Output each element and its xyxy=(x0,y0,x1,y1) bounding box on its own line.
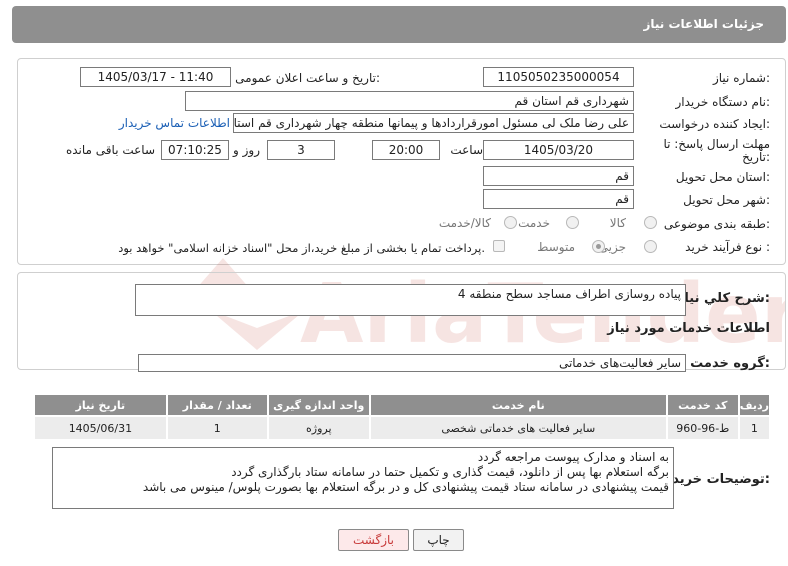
page-header: جزئیات اطلاعات نیاز xyxy=(12,6,786,43)
creator-label: ایجاد کننده درخواست: xyxy=(659,117,770,131)
days-label: روز و xyxy=(233,143,260,157)
print-button[interactable]: چاپ xyxy=(413,529,464,551)
buyer-notes-line-2: برگه استعلام بها پس از دانلود، قیمت گذار… xyxy=(231,465,669,479)
cell-service-name: سایر فعالیت های خدماتی شخصی xyxy=(368,415,668,441)
deadline-date-field[interactable]: 1405/03/20 xyxy=(483,140,634,160)
process-minor-radio[interactable] xyxy=(644,240,657,253)
deadline-time-label: ساعت xyxy=(450,143,483,157)
deadline-label: مهلت ارسال پاسخ: تا xyxy=(663,137,770,151)
service-group-label: گروه خدمت: xyxy=(690,356,770,371)
category-goods-service-radio[interactable] xyxy=(504,216,517,229)
deadline-date-label: تاریخ: xyxy=(742,150,770,164)
col-service-name: نام خدمت xyxy=(368,393,668,417)
cell-service-code: ط-96-960 xyxy=(665,415,740,441)
table-row: 1 ط-96-960 سایر فعالیت های خدماتی شخصی پ… xyxy=(33,415,772,441)
need-details-panel xyxy=(17,58,786,265)
treasury-payment-note: پرداخت تمام یا بخشی از مبلغ خرید،از محل … xyxy=(118,241,485,255)
province-label: استان محل تحویل: xyxy=(675,170,770,184)
back-button[interactable]: بازگشت xyxy=(338,529,409,551)
col-service-code: کد خدمت xyxy=(665,393,740,417)
city-label: شهر محل تحویل: xyxy=(683,193,770,207)
page-title: جزئیات اطلاعات نیاز xyxy=(643,17,764,31)
cell-unit: پروژه xyxy=(266,415,371,441)
announce-datetime-label: تاریخ و ساعت اعلان عمومی: xyxy=(235,71,380,85)
col-need-date: تاریخ نیاز xyxy=(33,393,168,417)
remaining-time-label: ساعت باقی مانده xyxy=(65,143,155,157)
buyer-notes-label: توضیحات خریدار: xyxy=(660,472,770,487)
summary-label: شرح کلي نياز: xyxy=(676,291,770,306)
city-field[interactable]: قم xyxy=(483,189,634,209)
category-goods-service-label: کالا/خدمت xyxy=(438,216,491,230)
announce-datetime-field[interactable]: 1405/03/17 - 11:40 xyxy=(80,67,231,87)
category-service-radio[interactable] xyxy=(566,216,579,229)
need-number-field[interactable]: 1105050235000054 xyxy=(483,67,634,87)
col-row-number: ردیف xyxy=(737,393,772,417)
remaining-time-field[interactable]: 07:10:25 xyxy=(161,140,229,160)
cell-quantity: 1 xyxy=(165,415,269,441)
cell-row-number: 1 xyxy=(737,415,772,441)
category-label: طبقه بندی موضوعی: xyxy=(663,217,770,231)
col-unit: واحد اندازه گیری xyxy=(266,393,371,417)
services-section-title: اطلاعات خدمات مورد نياز xyxy=(607,321,770,336)
need-number-label: شماره نیاز: xyxy=(712,71,770,85)
buyer-notes-field[interactable]: به اسناد و مدارک پیوست مراجعه گردد برگه … xyxy=(52,447,674,509)
buyer-org-label: نام دستگاه خریدار: xyxy=(675,95,771,109)
buyer-contact-link[interactable]: اطلاعات تماس خریدار xyxy=(119,116,230,130)
deadline-time-field[interactable]: 20:00 xyxy=(372,140,440,160)
process-type-label: نوع فرآیند خرید : xyxy=(685,240,770,254)
creator-field[interactable]: علی رضا ملک لی مسئول امورقراردادها و پیم… xyxy=(233,113,634,133)
service-group-field[interactable]: سایر فعالیت‌های خدماتی xyxy=(138,354,686,372)
buyer-org-field[interactable]: شهرداری قم استان قم xyxy=(185,91,634,111)
col-quantity: تعداد / مقدار xyxy=(165,393,269,417)
process-medium-label: متوسط xyxy=(537,240,575,254)
province-field[interactable]: قم xyxy=(483,166,634,186)
category-goods-radio[interactable] xyxy=(644,216,657,229)
category-goods-label: کالا xyxy=(609,216,626,230)
process-medium-radio[interactable] xyxy=(592,240,605,253)
treasury-payment-checkbox[interactable] xyxy=(493,240,505,252)
remaining-days-field[interactable]: 3 xyxy=(267,140,335,160)
cell-need-date: 1405/06/31 xyxy=(33,415,168,441)
category-service-label: خدمت xyxy=(518,216,550,230)
summary-field[interactable]: پیاده روسازی اطراف مساجد سطح منطقه 4 xyxy=(135,284,686,316)
services-table-header: ردیف کد خدمت نام خدمت واحد اندازه گیری ت… xyxy=(33,393,772,417)
services-table: ردیف کد خدمت نام خدمت واحد اندازه گیری ت… xyxy=(33,393,772,441)
buyer-notes-line-3: قیمت پیشنهادی در سامانه ستاد قیمت پیشنها… xyxy=(142,480,669,494)
buyer-notes-line-1: به اسناد و مدارک پیوست مراجعه گردد xyxy=(477,450,669,464)
